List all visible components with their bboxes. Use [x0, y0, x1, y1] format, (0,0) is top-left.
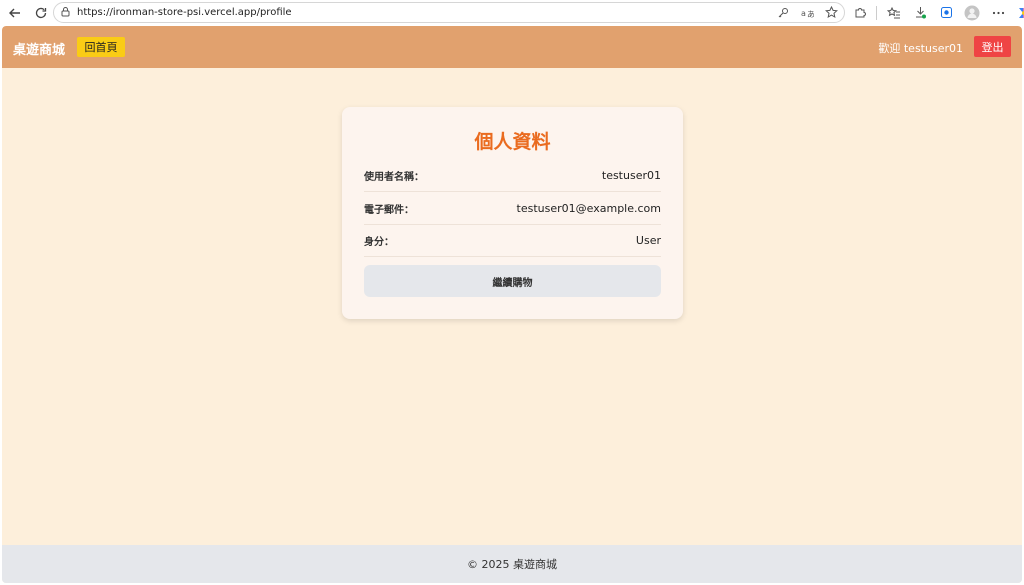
svg-text:あ: あ [807, 10, 814, 19]
collections-icon[interactable] [937, 4, 955, 22]
field-label: 身分： [364, 236, 394, 248]
profile-card: 個人資料 使用者名稱： testuser01 電子郵件： testuser01@… [342, 107, 683, 319]
lock-icon [60, 4, 71, 22]
translate-icon[interactable]: aあ [800, 6, 814, 20]
field-value: User [635, 233, 661, 247]
field-value: testuser01@example.com [516, 201, 661, 215]
profile-row-username: 使用者名稱： testuser01 [364, 159, 661, 192]
field-label: 電子郵件： [364, 204, 414, 216]
footer: © 2025 桌遊商城 [2, 545, 1022, 583]
favorite-star-icon[interactable] [824, 6, 838, 20]
welcome-text: 歡迎 testuser01 [878, 42, 963, 55]
url-text: https://ironman-store-psi.vercel.app/pro… [77, 7, 292, 18]
svg-text:a: a [801, 9, 806, 18]
field-value: testuser01 [601, 168, 661, 182]
more-menu-icon[interactable] [989, 4, 1007, 22]
profile-row-role: 身分： User [364, 224, 661, 257]
favorites-list-icon[interactable] [885, 4, 903, 22]
copilot-icon[interactable] [1015, 4, 1024, 22]
key-icon[interactable] [776, 6, 790, 20]
page-title: 個人資料 [474, 131, 551, 153]
continue-shopping-button[interactable]: 繼續購物 [364, 265, 661, 297]
address-bar[interactable]: https://ironman-store-psi.vercel.app/pro… [53, 2, 845, 23]
downloads-icon[interactable] [911, 4, 929, 22]
browser-toolbar: https://ironman-store-psi.vercel.app/pro… [0, 0, 1024, 25]
extensions-icon[interactable] [850, 4, 868, 22]
back-icon[interactable] [4, 2, 26, 24]
footer-copyright: © 2025 桌遊商城 [467, 558, 557, 571]
app-viewport: 桌遊商城 回首頁 歡迎 testuser01 登出 個人資料 使用者名稱： te… [2, 26, 1022, 583]
brand-logo-text[interactable]: 桌遊商城 [13, 39, 65, 58]
toolbar-divider [876, 5, 877, 20]
logout-button[interactable]: 登出 [974, 36, 1011, 57]
profile-row-email: 電子郵件： testuser01@example.com [364, 192, 661, 225]
top-navigation: 桌遊商城 回首頁 歡迎 testuser01 登出 [2, 26, 1022, 68]
field-label: 使用者名稱： [364, 171, 424, 183]
home-button[interactable]: 回首頁 [77, 37, 125, 57]
profile-avatar-icon[interactable] [963, 4, 981, 22]
reload-icon[interactable] [30, 2, 52, 24]
